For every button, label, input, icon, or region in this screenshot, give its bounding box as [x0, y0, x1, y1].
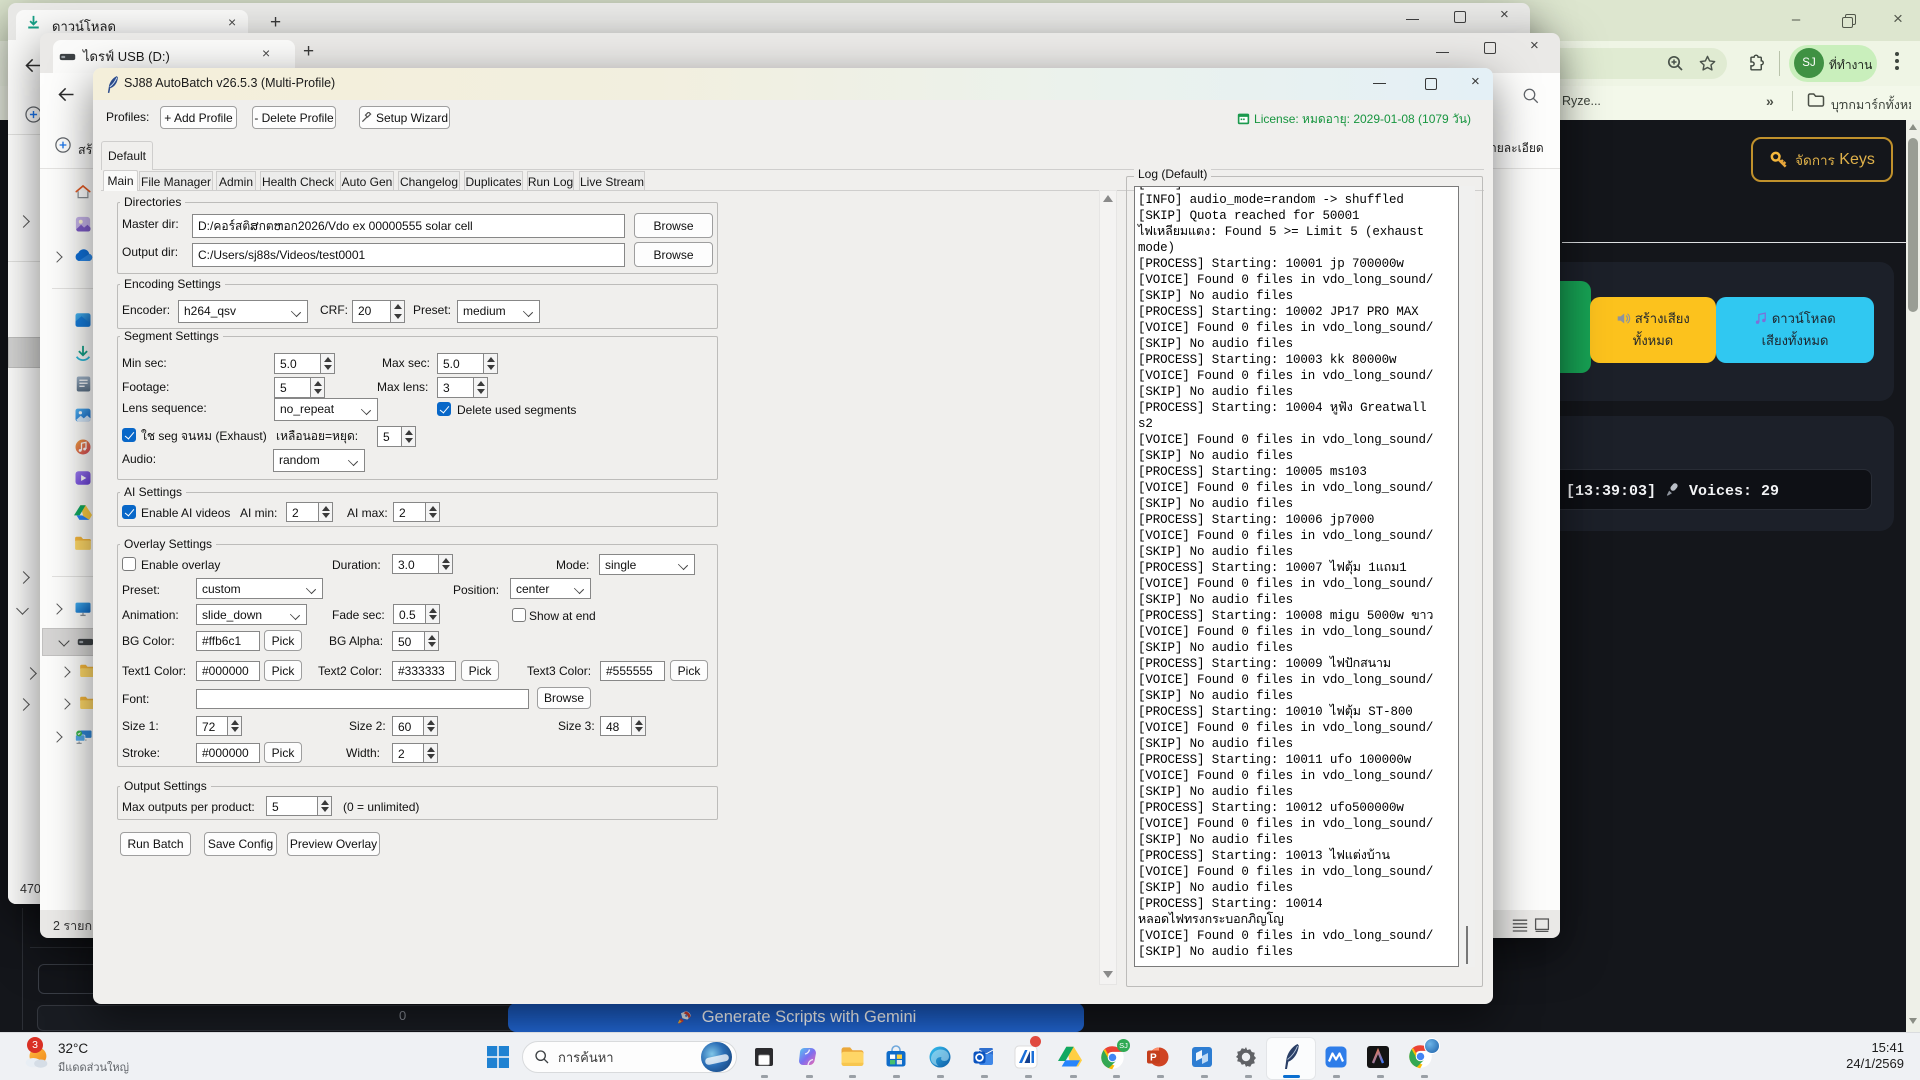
svg-text:P: P	[1150, 1053, 1157, 1064]
